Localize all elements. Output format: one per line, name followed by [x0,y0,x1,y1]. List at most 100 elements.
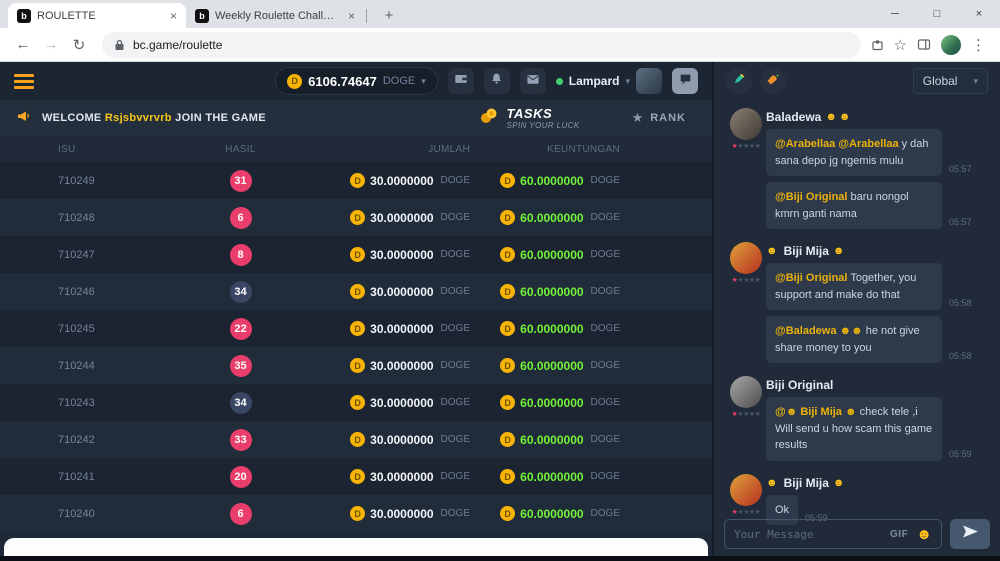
browser-window: b ROULETTE × b Weekly Roulette Challenge… [0,0,1000,561]
side-panel-icon[interactable] [917,38,931,51]
tab-weekly-challenge[interactable]: b Weekly Roulette Challenge - Win × [186,3,364,28]
new-tab-button[interactable]: + [379,7,399,24]
rank-widget[interactable]: ★ RANK [632,110,686,126]
bet-id: 710248 [58,212,183,224]
wallet-button[interactable] [448,68,474,94]
table-row[interactable]: 710245 22 D 30.0000000 DOGE D 60.0000000… [0,310,712,347]
tab-strip: b ROULETTE × b Weekly Roulette Challenge… [0,0,1000,28]
address-bar[interactable]: bc.game/roulette [102,32,861,58]
bet-profit: 60.0000000 [520,285,583,299]
avatar[interactable] [730,108,762,140]
maximize-button[interactable]: □ [916,0,958,28]
amount-cell: D 30.0000000 DOGE [298,284,470,299]
chat-username[interactable]: Biji Mija [784,244,829,258]
message-input[interactable] [734,528,882,541]
hamburger-menu-icon[interactable] [14,74,34,89]
doge-coin-icon: D [350,469,365,484]
welcome-username: Rsjsbvvrvrb [105,112,172,124]
chat-input-row: GIF ☻ [724,519,990,549]
chat-group-messages: @Arabellaa @Arabellaa y dah sana depo jg… [766,129,992,229]
close-button[interactable]: × [958,0,1000,28]
currency-label: DOGE [591,434,620,445]
result-badge: 34 [230,392,252,414]
wallet-icon [454,72,468,90]
emoji-picker-icon[interactable]: ☻ [916,527,932,542]
chat-username[interactable]: Baladewa [766,110,821,124]
chat-rules-button[interactable] [726,68,752,94]
forward-icon[interactable]: → [38,36,64,53]
result-cell: 34 [183,281,298,303]
result-cell: 31 [183,170,298,192]
avatar[interactable] [730,242,762,274]
browser-menu-icon[interactable]: ⋮ [971,36,986,54]
table-row[interactable]: 710240 6 D 30.0000000 DOGE D 60.0000000 … [0,495,712,532]
tab-title: ROULETTE [37,10,162,22]
toolbar-right: ☆ ⋮ [871,35,990,55]
bookmark-star-icon[interactable]: ☆ [894,36,907,54]
carrot-icon-button[interactable] [760,68,786,94]
table-row[interactable]: 710243 34 D 30.0000000 DOGE D 60.0000000… [0,384,712,421]
back-icon[interactable]: ← [10,36,36,53]
chat-region-dropdown[interactable]: Global ▾ [913,68,988,94]
user-menu[interactable]: Lampard ▾ [556,68,662,94]
balance-selector[interactable]: D 6106.74647 DOGE ▾ [275,67,438,95]
notifications-button[interactable] [484,68,510,94]
chat-username[interactable]: Biji Original [766,378,833,392]
bet-amount: 30.0000000 [370,248,433,262]
avatar[interactable] [636,68,662,94]
currency-label: DOGE [441,397,470,408]
doge-coin-icon: D [500,247,515,262]
avatar[interactable] [730,474,762,506]
table-row[interactable]: 710249 31 D 30.0000000 DOGE D 60.0000000… [0,162,712,199]
result-cell: 6 [183,207,298,229]
rating-stars-gray: ★★★★ [737,277,760,284]
tab-close-icon[interactable]: × [168,9,179,23]
table-row[interactable]: 710244 35 D 30.0000000 DOGE D 60.0000000… [0,347,712,384]
profit-cell: D 60.0000000 DOGE [470,432,620,447]
result-badge: 22 [230,318,252,340]
chat-toggle-button[interactable] [672,68,698,94]
mention[interactable]: @Arabellaa @Arabellaa [775,138,899,150]
extension-icon[interactable] [871,38,884,51]
chat-username[interactable]: Biji Mija [784,476,829,490]
table-row[interactable]: 710247 8 D 30.0000000 DOGE D 60.0000000 … [0,236,712,273]
gif-button[interactable]: GIF [890,529,908,540]
tab-close-icon[interactable]: × [346,9,357,23]
send-button[interactable] [950,519,990,549]
avatar[interactable] [730,376,762,408]
tasks-widget[interactable]: TASKS SPIN YOUR LUCK [479,106,580,130]
reload-icon[interactable]: ↻ [66,36,92,54]
table-row[interactable]: 710241 20 D 30.0000000 DOGE D 60.0000000… [0,458,712,495]
doge-coin-icon: D [500,469,515,484]
chat-user-column: ★★★★★ [726,376,766,461]
currency-label: DOGE [441,212,470,223]
mention[interactable]: @Baladewa ☻☻ [775,325,863,337]
mention[interactable]: @Biji Original [775,191,847,203]
message-input-box[interactable]: GIF ☻ [724,519,942,549]
messages-button[interactable] [520,68,546,94]
amount-cell: D 30.0000000 DOGE [298,358,470,373]
tab-roulette[interactable]: b ROULETTE × [8,3,186,28]
bet-profit: 60.0000000 [520,507,583,521]
app-header: D 6106.74647 DOGE ▾ [0,62,712,100]
doge-coin-icon: D [500,395,515,410]
chat-bubble: @Biji Original Together, you support and… [766,263,942,310]
table-row[interactable]: 710246 34 D 30.0000000 DOGE D 60.0000000… [0,273,712,310]
welcome-suffix: JOIN THE GAME [175,112,266,124]
doge-coin-icon: D [500,358,515,373]
bet-amount: 30.0000000 [370,359,433,373]
currency-label: DOGE [441,286,470,297]
result-cell: 6 [183,503,298,525]
mention[interactable]: @☻ Biji Mija ☻ [775,406,857,418]
mail-icon [526,72,540,90]
table-row[interactable]: 710248 6 D 30.0000000 DOGE D 60.0000000 … [0,199,712,236]
minimize-button[interactable]: ─ [874,0,916,28]
amount-cell: D 30.0000000 DOGE [298,506,470,521]
rank-label: RANK [650,112,686,124]
table-row[interactable]: 710242 33 D 30.0000000 DOGE D 60.0000000… [0,421,712,458]
url-text: bc.game/roulette [133,38,222,52]
chevron-down-icon: ▾ [625,76,630,87]
mention[interactable]: @Biji Original [775,272,847,284]
browser-profile-avatar[interactable] [941,35,961,55]
tab-title: Weekly Roulette Challenge - Win [215,10,340,22]
